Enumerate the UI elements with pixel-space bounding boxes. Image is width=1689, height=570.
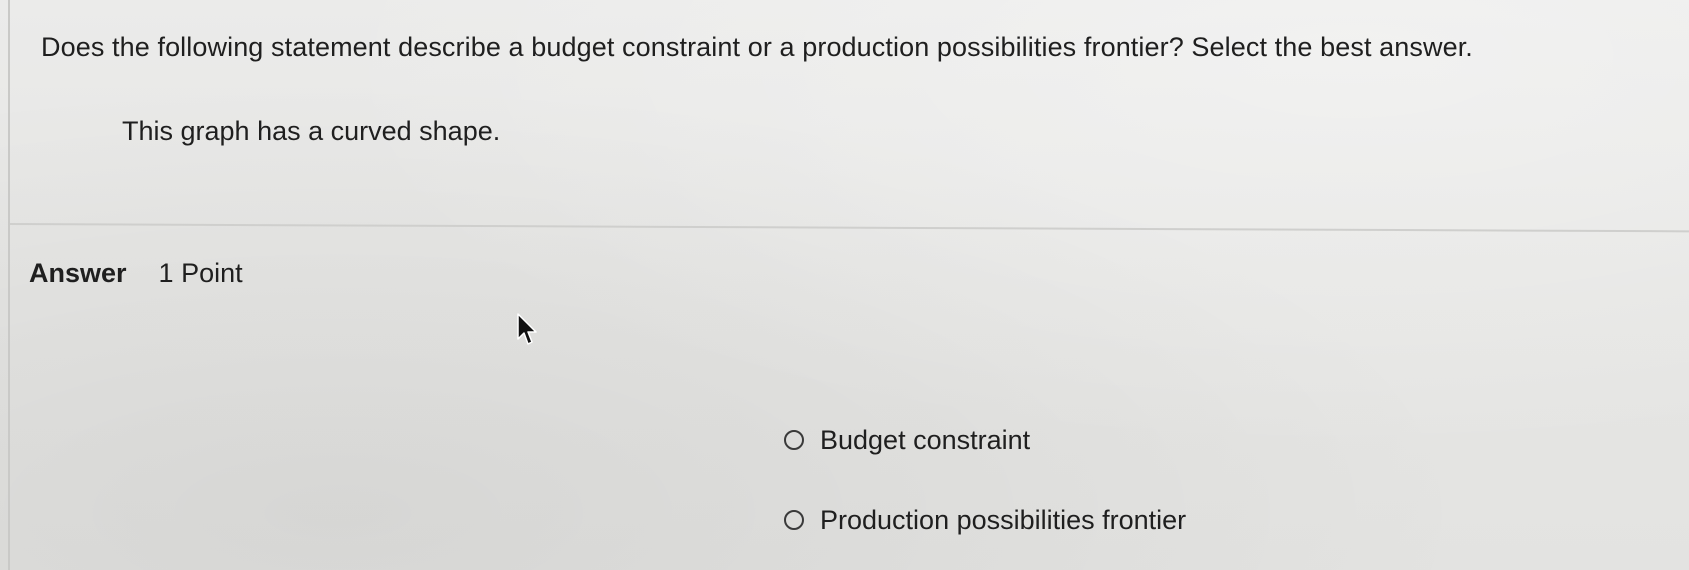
option-production-possibilities-frontier[interactable]: Production possibilities frontier (784, 500, 1186, 540)
option-budget-constraint[interactable]: Budget constraint (784, 420, 1186, 460)
option-label: Production possibilities frontier (820, 504, 1187, 535)
radio-unchecked-icon[interactable] (784, 510, 804, 530)
option-label: Budget constraint (820, 424, 1031, 455)
screen: Does the following statement describe a … (0, 0, 1689, 570)
answer-label: Answer (29, 258, 127, 288)
points-label: 1 Point (158, 258, 243, 288)
answer-options: Budget constraint Production possibiliti… (784, 420, 1186, 540)
answer-header: Answer 1 Point (29, 258, 243, 289)
question-statement: This graph has a curved shape. (122, 116, 501, 146)
question-prompt: Does the following statement describe a … (41, 32, 1473, 62)
question-panel: Does the following statement describe a … (10, 0, 1689, 225)
mouse-pointer-icon (517, 313, 537, 345)
radio-unchecked-icon[interactable] (784, 430, 804, 450)
